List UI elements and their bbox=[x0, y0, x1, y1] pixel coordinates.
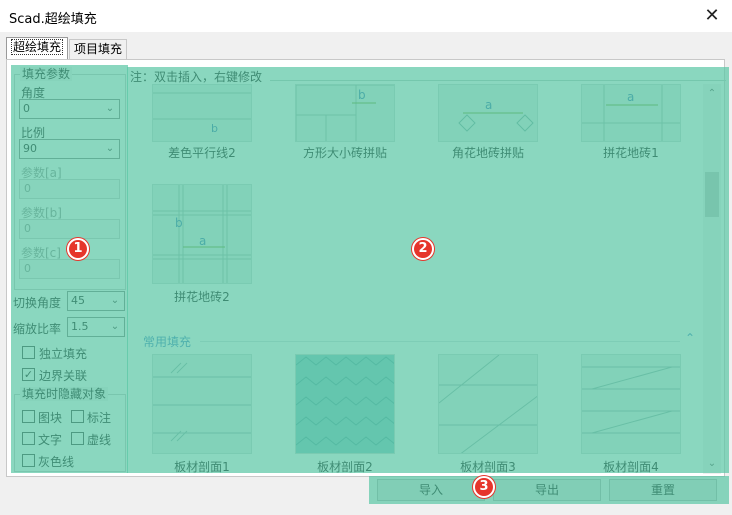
reset-button[interactable]: 重置 bbox=[609, 479, 717, 501]
window-title: Scad.超绘填充 bbox=[9, 12, 97, 27]
hide-annotation-checkbox[interactable] bbox=[71, 410, 84, 423]
pattern-thumb[interactable]: b a bbox=[152, 184, 252, 284]
chevron-down-icon: ⌄ bbox=[105, 143, 115, 154]
pattern-dim-label: b bbox=[358, 88, 366, 102]
tab-chaohui-fill[interactable]: 超绘填充 bbox=[6, 37, 69, 60]
tab-project-fill[interactable]: 项目填充 bbox=[69, 39, 128, 59]
fill-params-title: 填充参数 bbox=[20, 67, 73, 81]
export-button[interactable]: 导出 bbox=[493, 479, 601, 501]
hide-text-checkbox[interactable] bbox=[22, 432, 35, 445]
pattern-label: 拼花地砖1 bbox=[603, 146, 659, 160]
pattern-thumb[interactable]: b bbox=[295, 84, 395, 142]
pattern-preview bbox=[439, 355, 537, 453]
annotation-marker-2: 2 bbox=[412, 238, 434, 260]
annotation-marker-3: 3 bbox=[473, 476, 495, 498]
pattern-dim-label: b bbox=[211, 122, 218, 135]
pattern-label: 板材剖面4 bbox=[603, 460, 659, 474]
pattern-thumb[interactable] bbox=[295, 354, 395, 454]
pattern-label: 拼花地砖2 bbox=[174, 290, 230, 304]
pattern-label: 差色平行线2 bbox=[168, 146, 236, 160]
pattern-preview: a bbox=[582, 85, 680, 141]
scroll-up-icon[interactable]: ⌃ bbox=[703, 86, 721, 102]
chevron-down-icon: ⌄ bbox=[105, 103, 115, 114]
zoom-ratio-label: 缩放比率 bbox=[13, 322, 62, 336]
hide-text-label: 文字 bbox=[38, 433, 63, 447]
pattern-label: 板材剖面1 bbox=[174, 460, 230, 474]
collapse-icon[interactable]: ⌃ bbox=[685, 331, 695, 345]
pattern-label: 板材剖面2 bbox=[317, 460, 373, 474]
pattern-thumb[interactable] bbox=[152, 354, 252, 454]
import-button[interactable]: 导入 bbox=[377, 479, 485, 501]
pattern-dim-label: a bbox=[199, 234, 206, 248]
hide-objects-title: 填充时隐藏对象 bbox=[20, 387, 109, 401]
pattern-label: 板材剖面3 bbox=[460, 460, 516, 474]
boundary-link-checkbox[interactable]: ✓ bbox=[22, 368, 35, 381]
pattern-thumb[interactable]: a bbox=[438, 84, 538, 142]
switch-angle-label: 切换角度 bbox=[13, 296, 62, 310]
chevron-down-icon: ⌄ bbox=[110, 321, 120, 332]
scroll-down-icon[interactable]: ⌄ bbox=[703, 456, 721, 472]
gallery-note: 注：双击插入，右键修改 bbox=[130, 70, 263, 84]
scale-select[interactable]: 90 ⌄ bbox=[19, 139, 120, 159]
zoom-ratio-value: 1.5 bbox=[71, 320, 89, 333]
param-a-input[interactable]: 0 bbox=[19, 179, 120, 199]
scroll-thumb[interactable] bbox=[705, 172, 719, 217]
pattern-preview: b bbox=[153, 92, 251, 135]
tab-label: 超绘填充 bbox=[11, 39, 64, 55]
dialog-client: 超绘填充 项目填充 填充参数 角度 0 ⌄ 比例 90 ⌄ 参数[a] 0 参数… bbox=[0, 32, 732, 515]
annotation-marker-1: 1 bbox=[67, 238, 89, 260]
boundary-link-label: 边界关联 bbox=[39, 369, 88, 383]
gallery-scrollbar[interactable]: ⌃ ⌄ bbox=[703, 84, 721, 474]
pattern-thumb[interactable]: a bbox=[581, 84, 681, 142]
param-b-input[interactable]: 0 bbox=[19, 219, 120, 239]
chevron-down-icon: ⌄ bbox=[110, 295, 120, 306]
hide-gray-line-checkbox[interactable] bbox=[22, 454, 35, 467]
angle-value: 0 bbox=[23, 102, 30, 115]
zoom-ratio-select[interactable]: 1.5 ⌄ bbox=[67, 317, 125, 337]
close-button[interactable]: ✕ bbox=[698, 2, 726, 30]
hide-block-checkbox[interactable] bbox=[22, 410, 35, 423]
pattern-preview bbox=[153, 362, 251, 442]
hide-gray-line-label: 灰色线 bbox=[38, 455, 75, 469]
pattern-dim-label: a bbox=[485, 98, 492, 112]
pattern-dim-label: b bbox=[175, 216, 183, 230]
scale-value: 90 bbox=[23, 142, 37, 155]
pattern-dim-label: a bbox=[627, 90, 634, 104]
pattern-preview: b bbox=[296, 85, 394, 141]
section-divider bbox=[200, 341, 680, 342]
switch-angle-select[interactable]: 45 ⌄ bbox=[67, 291, 125, 311]
title-bar: Scad.超绘填充 ✕ bbox=[0, 0, 732, 32]
pattern-preview: b a bbox=[153, 185, 251, 283]
param-c-input[interactable]: 0 bbox=[19, 259, 120, 279]
independent-fill-label: 独立填充 bbox=[39, 347, 88, 361]
independent-fill-checkbox[interactable] bbox=[22, 346, 35, 359]
pattern-thumb[interactable] bbox=[581, 354, 681, 454]
switch-angle-value: 45 bbox=[71, 294, 85, 307]
pattern-label: 方形大小砖拼贴 bbox=[302, 146, 387, 160]
pattern-thumb[interactable] bbox=[438, 354, 538, 454]
pattern-thumb[interactable]: b bbox=[152, 84, 252, 142]
hide-dashed-checkbox[interactable] bbox=[71, 432, 84, 445]
angle-select[interactable]: 0 ⌄ bbox=[19, 99, 120, 119]
pattern-preview bbox=[296, 356, 394, 446]
pattern-preview: a bbox=[458, 98, 534, 132]
note-divider bbox=[270, 80, 726, 81]
section-title: 常用填充 bbox=[143, 335, 192, 349]
pattern-preview bbox=[582, 366, 680, 434]
hide-dashed-label: 虚线 bbox=[87, 433, 112, 447]
hide-annotation-label: 标注 bbox=[87, 411, 112, 425]
pattern-label: 角花地砖拼贴 bbox=[451, 146, 524, 160]
hide-block-label: 图块 bbox=[38, 411, 63, 425]
